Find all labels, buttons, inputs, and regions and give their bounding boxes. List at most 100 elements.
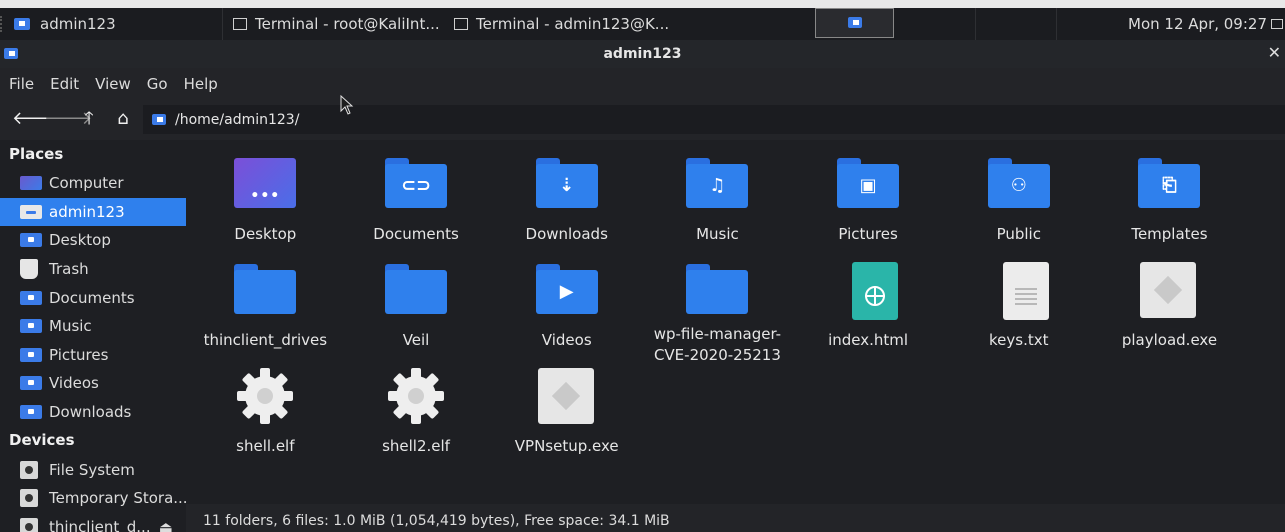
sidebar-item-desktop[interactable]: Desktop [0, 226, 186, 255]
sidebar-item-admin123[interactable]: admin123 [0, 197, 186, 227]
file-name-label: Desktop [234, 225, 297, 243]
folder-icon: ⊂⊃ [384, 154, 448, 218]
workspace-switcher[interactable] [815, 8, 894, 38]
notification-icon[interactable] [1271, 19, 1283, 29]
gear-icon [233, 366, 297, 430]
file-item[interactable]: ⎗ Templates [1094, 154, 1245, 260]
file-item[interactable]: ⚇ Public [943, 154, 1094, 260]
terminal-icon [454, 18, 468, 30]
sidebar-item-label: Pictures [49, 345, 109, 364]
window-titlebar[interactable]: admin123 ✕ [0, 40, 1285, 68]
file-name-label: shell.elf [236, 437, 295, 455]
panel-separator [1056, 8, 1057, 40]
file-item[interactable]: ▣ Pictures [793, 154, 944, 260]
videos-folder-icon [20, 376, 42, 391]
pictures-folder-icon [20, 347, 42, 362]
html-file-icon [836, 260, 900, 324]
panel-separator [975, 8, 976, 40]
menu-bar: File Edit View Go Help [0, 68, 1285, 100]
panel-clock[interactable]: Mon 12 Apr, 09:27 [1128, 8, 1267, 40]
sidebar-item-trash[interactable]: Trash [0, 255, 186, 284]
sidebar-item-music[interactable]: Music [0, 312, 186, 341]
devices-heading: Devices [9, 431, 75, 450]
file-name-label: Music [696, 225, 739, 243]
sidebar-item-thinclient[interactable]: thinclient_d... ⏏ [0, 513, 186, 532]
sidebar-item-label: Temporary Stora... [49, 489, 186, 508]
file-item[interactable]: ⊂⊃ Documents [341, 154, 492, 260]
menu-help[interactable]: Help [184, 75, 218, 93]
taskbar-item-terminal-root[interactable]: Terminal - root@KaliInt... [233, 8, 440, 40]
file-item[interactable]: ♫ Music [642, 154, 793, 260]
file-name-label: playload.exe [1121, 331, 1218, 349]
menu-file[interactable]: File [9, 75, 34, 93]
file-item[interactable]: ⇣ Downloads [491, 154, 642, 260]
home-folder-icon [20, 204, 42, 219]
file-name-label: shell2.elf [382, 437, 450, 455]
file-item[interactable]: shell.elf [190, 366, 341, 472]
folder-icon [685, 260, 749, 318]
file-name-label: VPNsetup.exe [514, 437, 619, 455]
taskbar-item-terminal-admin[interactable]: Terminal - admin123@K... [454, 8, 669, 40]
file-view: ••• Desktop ⊂⊃ Documents ⇣ Downloads ♫ Music ▣ Pi… [186, 140, 1285, 504]
top-panel: admin123 Terminal - root@KaliInt... Term… [0, 0, 1285, 40]
close-icon[interactable]: ✕ [1268, 43, 1281, 62]
file-item[interactable]: thinclient_drives [190, 260, 341, 366]
desktop-folder-icon [20, 233, 42, 248]
file-name-label: Videos [541, 331, 592, 349]
file-item[interactable]: ••• Desktop [190, 154, 341, 260]
sidebar-item-videos[interactable]: Videos [0, 369, 186, 398]
sidebar-item-pictures[interactable]: Pictures [0, 341, 186, 370]
sidebar-item-label: File System [49, 460, 135, 479]
location-bar[interactable]: /home/admin123/ [143, 105, 1285, 134]
up-arrow-icon[interactable]: 🡑 [78, 108, 100, 130]
taskbar-item-file-manager[interactable]: admin123 [14, 8, 116, 40]
mouse-pointer-icon [340, 95, 354, 115]
documents-folder-icon [20, 290, 42, 305]
sidebar-item-computer[interactable]: Computer [0, 169, 186, 198]
music-folder-icon [20, 319, 42, 334]
terminal-icon [233, 18, 247, 30]
back-arrow-icon[interactable]: 🡐 [12, 108, 60, 130]
file-item[interactable]: Veil [341, 260, 492, 366]
panel-grip[interactable] [0, 16, 6, 32]
file-item[interactable]: VPNsetup.exe [491, 366, 642, 472]
status-bar: 11 folders, 6 files: 1.0 MiB (1,054,419 … [186, 504, 1285, 532]
taskbar-item-label: admin123 [40, 15, 116, 33]
file-item[interactable]: keys.txt [943, 260, 1094, 366]
home-icon[interactable]: ⌂ [112, 108, 134, 130]
folder-icon: ▣ [836, 154, 900, 218]
file-item[interactable]: index.html [793, 260, 944, 366]
file-item[interactable]: wp-file-manager-CVE-2020-25213 [642, 260, 793, 366]
file-name-label: Templates [1131, 225, 1208, 243]
menu-go[interactable]: Go [147, 75, 168, 93]
sidebar-item-documents[interactable]: Documents [0, 283, 186, 312]
sidebar-item-label: Downloads [49, 403, 132, 422]
drive-icon [20, 489, 38, 508]
sidebar-item-label: thinclient_d... [49, 517, 151, 532]
file-item[interactable]: shell2.elf [341, 366, 492, 472]
file-name-label: keys.txt [989, 331, 1049, 349]
file-name-label: thinclient_drives [203, 331, 328, 349]
file-name-label: wp-file-manager-CVE-2020-25213 [653, 325, 782, 364]
file-item[interactable]: playload.exe [1094, 260, 1245, 366]
eject-icon[interactable]: ⏏ [159, 518, 173, 532]
computer-icon [20, 176, 42, 191]
sidebar-item-file-system[interactable]: File System [0, 455, 186, 484]
drive-icon [20, 460, 38, 479]
folder-icon [384, 260, 448, 324]
menu-edit[interactable]: Edit [50, 75, 79, 93]
forward-arrow-icon[interactable]: 🡒 [44, 108, 92, 130]
sidebar-item-temporary-storage[interactable]: Temporary Stora... [0, 484, 186, 513]
sidebar-item-downloads[interactable]: Downloads [0, 398, 186, 427]
location-path: /home/admin123/ [175, 111, 300, 128]
text-file-icon [987, 260, 1051, 324]
file-name-label: Public [996, 225, 1041, 243]
folder-icon: ⇣ [535, 154, 599, 218]
toolbar: 🡐 🡒 🡑 ⌂ /home/admin123/ [0, 100, 1285, 140]
file-item[interactable]: ▶ Videos [491, 260, 642, 366]
folder-icon: ▶ [535, 260, 599, 324]
taskbar-item-label: Terminal - admin123@K... [476, 15, 670, 33]
menu-view[interactable]: View [95, 75, 131, 93]
drive-icon [20, 517, 38, 532]
file-name-label: Downloads [525, 225, 608, 243]
